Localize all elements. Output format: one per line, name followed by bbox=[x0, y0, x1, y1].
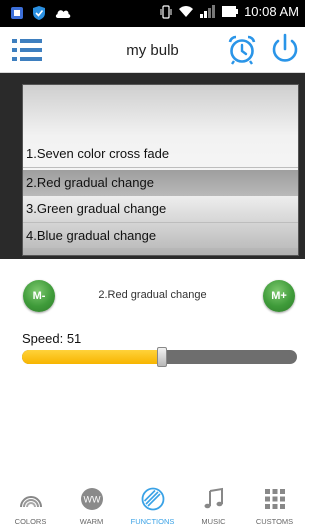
nav-functions[interactable]: FUNCTIONS bbox=[122, 483, 183, 531]
app-header: my bulb bbox=[0, 27, 305, 73]
nav-colors[interactable]: COLORS bbox=[0, 483, 61, 531]
mode-control-row: M- 2.Red gradual change M+ bbox=[0, 276, 305, 316]
nav-label: MUSIC bbox=[201, 517, 226, 526]
nav-label: WARM bbox=[79, 517, 104, 526]
slider-fill bbox=[22, 350, 162, 364]
customs-icon bbox=[264, 489, 285, 509]
current-mode-label: 2.Red gradual change bbox=[98, 289, 207, 301]
nav-label: COLORS bbox=[14, 517, 47, 526]
bottom-navigation: COLORS WW WARM FUNCTIONS MUSIC CUSTOMS bbox=[0, 483, 305, 531]
svg-text:WW: WW bbox=[83, 495, 100, 505]
status-bar: 10:08 AM bbox=[0, 0, 305, 27]
functions-icon bbox=[141, 487, 164, 511]
picker-item[interactable]: 3.Green gradual change bbox=[23, 196, 298, 222]
mode-prev-button[interactable]: M- bbox=[23, 280, 55, 312]
mode-picker-frame: 1.Seven color cross fade 2.Red gradual c… bbox=[0, 73, 305, 259]
picker-item[interactable]: 4.Blue gradual change bbox=[23, 223, 298, 249]
speed-slider[interactable] bbox=[22, 347, 297, 367]
picker-item-selected[interactable]: 2.Red gradual change bbox=[23, 170, 298, 196]
power-icon bbox=[272, 33, 298, 62]
power-button[interactable] bbox=[269, 32, 301, 66]
nav-warm[interactable]: WW WARM bbox=[61, 483, 122, 531]
slider-thumb[interactable] bbox=[157, 347, 167, 367]
nav-label: FUNCTIONS bbox=[130, 517, 175, 526]
notification-icons bbox=[10, 5, 72, 21]
alarm-button[interactable] bbox=[226, 34, 258, 66]
cloud-icon bbox=[55, 10, 71, 18]
clock-time: 10:08 AM bbox=[244, 4, 299, 19]
alarm-clock-icon bbox=[228, 35, 256, 65]
vibrate-icon bbox=[160, 4, 172, 19]
mode-next-button[interactable]: M+ bbox=[263, 280, 295, 312]
page-title: my bulb bbox=[126, 42, 179, 59]
picker-divider bbox=[23, 167, 298, 168]
mode-picker[interactable]: 1.Seven color cross fade 2.Red gradual c… bbox=[22, 84, 299, 256]
battery-icon bbox=[222, 6, 239, 17]
wifi-icon bbox=[179, 6, 194, 17]
warm-icon: WW bbox=[80, 488, 103, 510]
picker-item[interactable]: 1.Seven color cross fade bbox=[23, 141, 298, 167]
speed-label: Speed: 51 bbox=[22, 331, 82, 346]
colors-icon bbox=[19, 496, 42, 508]
nav-customs[interactable]: CUSTOMS bbox=[244, 483, 305, 531]
signal-icon bbox=[200, 5, 216, 18]
picker-item[interactable]: 5.Yellow gradual change bbox=[23, 248, 298, 255]
music-icon bbox=[204, 487, 223, 509]
nav-label: CUSTOMS bbox=[255, 517, 294, 526]
status-indicators: 10:08 AM bbox=[160, 4, 299, 19]
app-notification-icon bbox=[11, 7, 23, 19]
nav-music[interactable]: MUSIC bbox=[183, 483, 244, 531]
app-screen: 10:08 AM my bulb 1.Seven color cross fad… bbox=[0, 0, 305, 531]
shield-icon bbox=[33, 6, 45, 20]
